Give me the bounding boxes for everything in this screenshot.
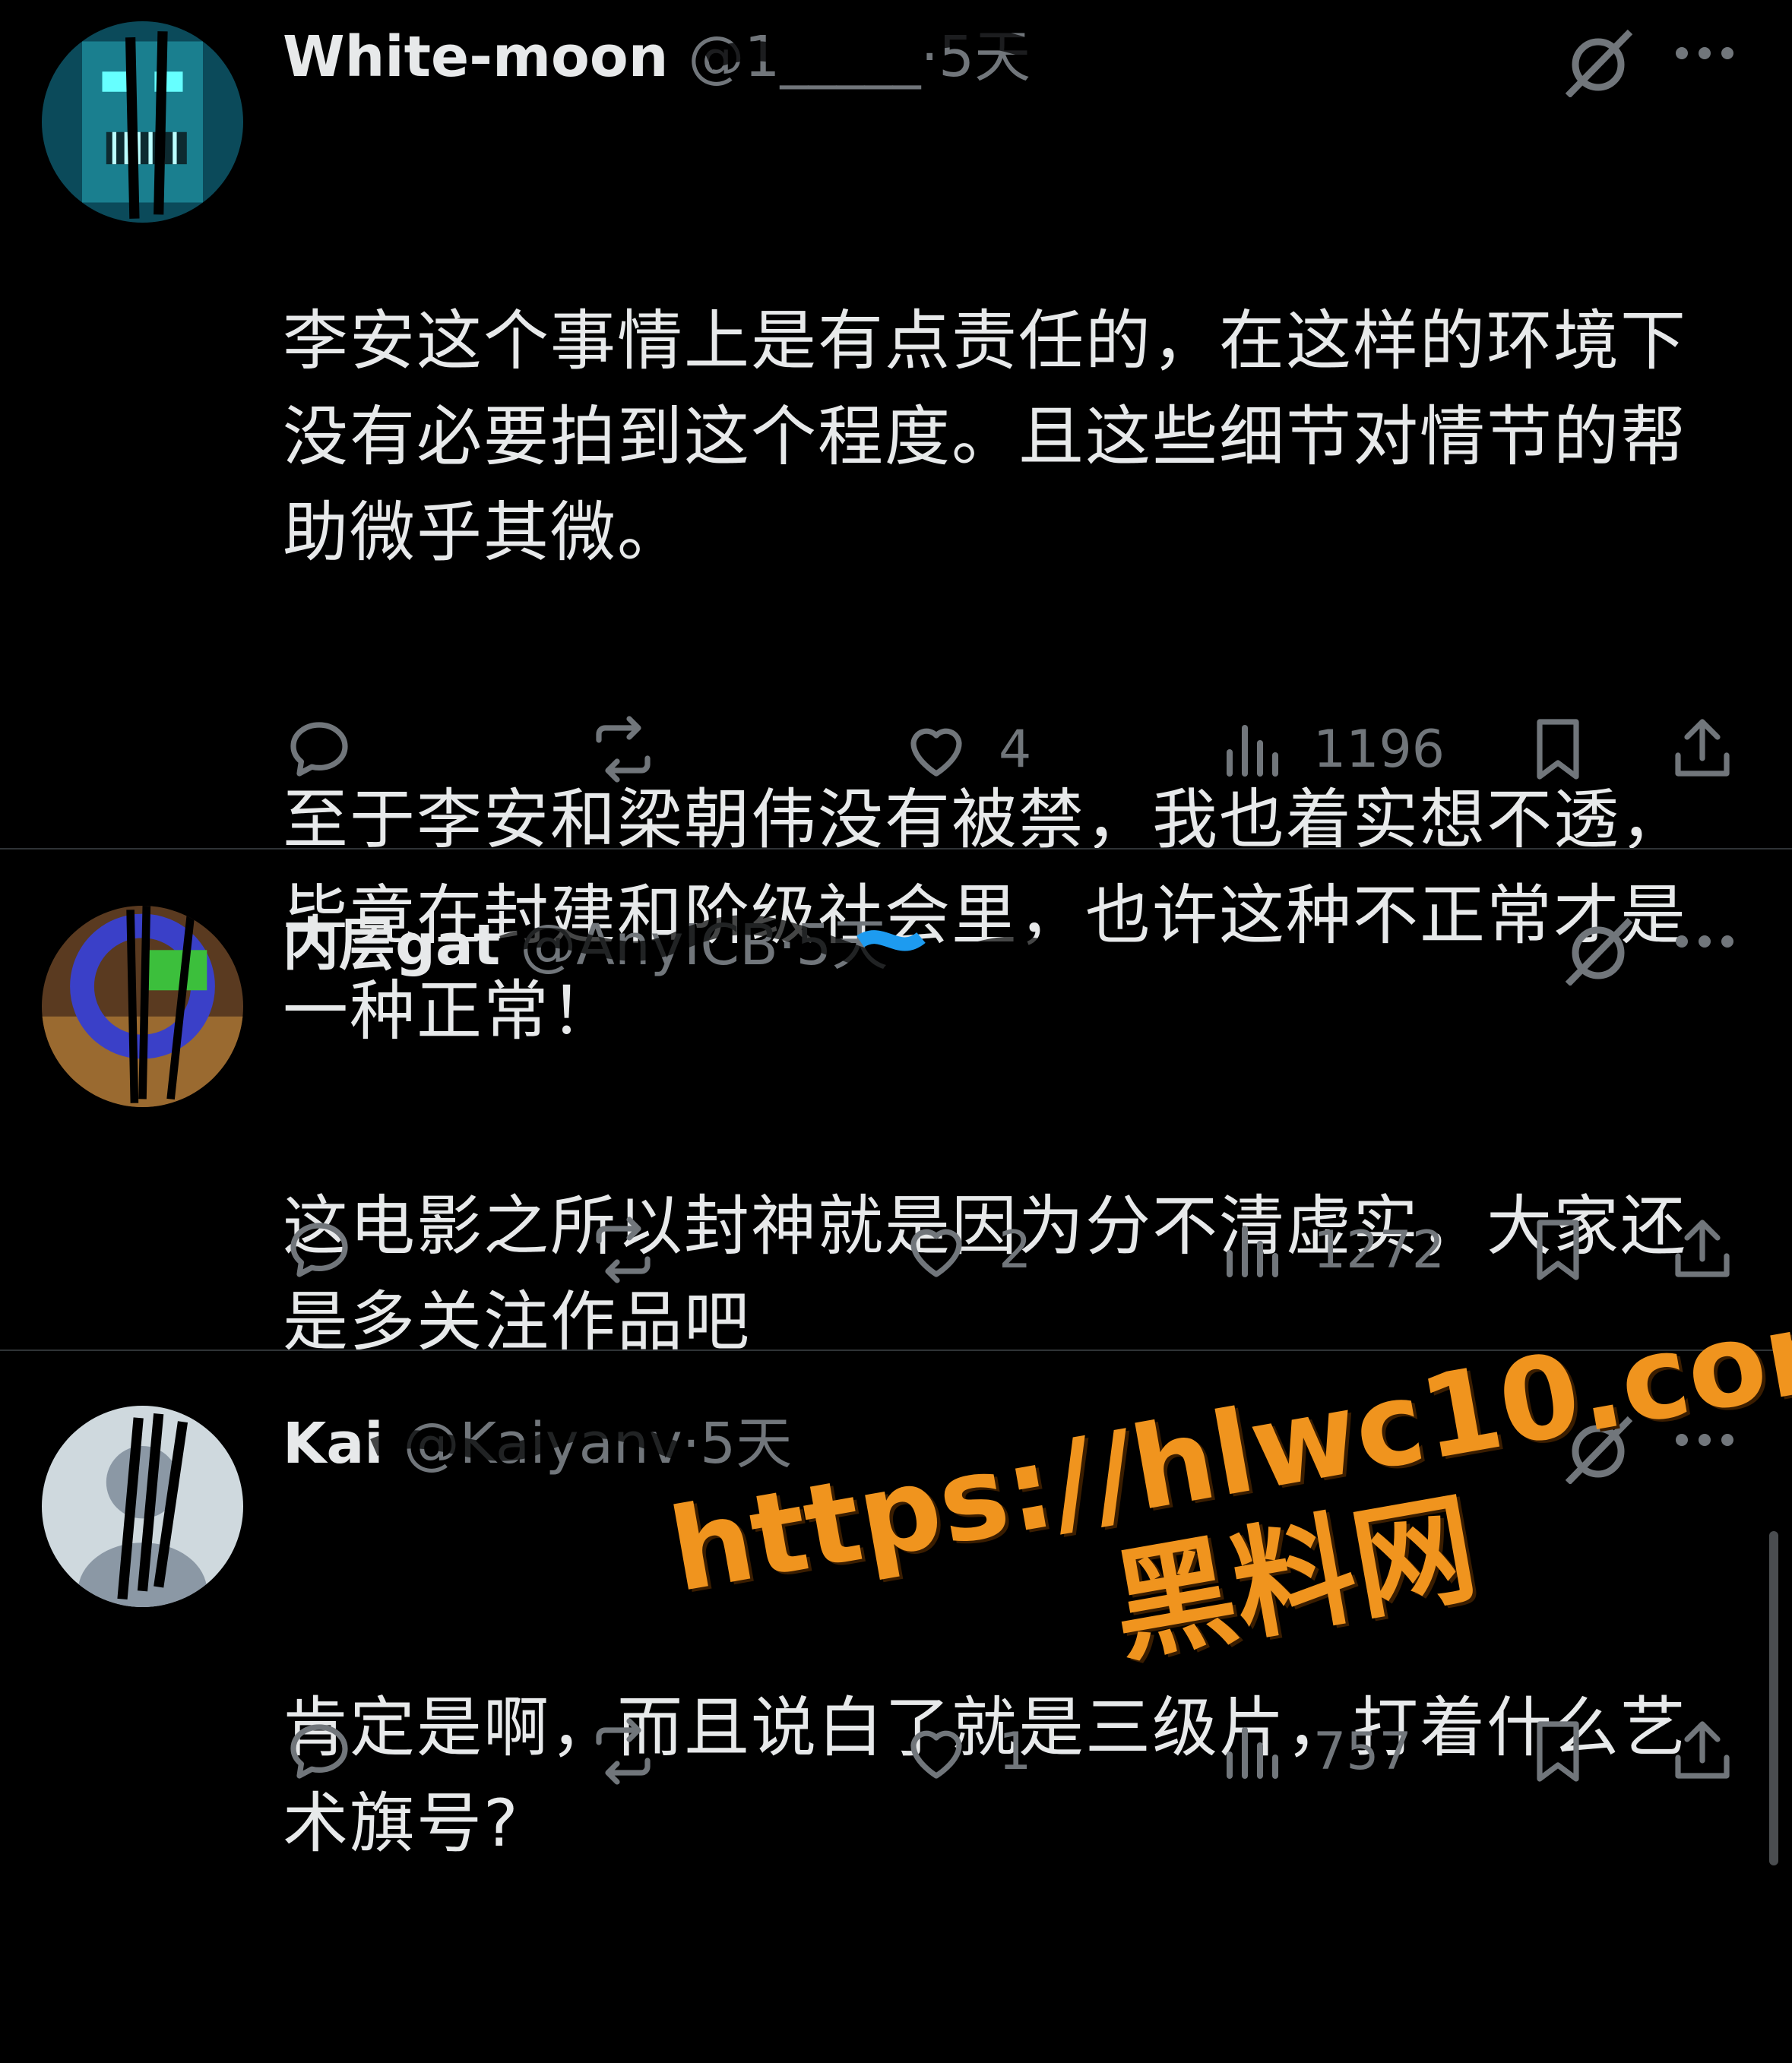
like-count: 4 — [999, 719, 1032, 780]
view-count: 1196 — [1313, 719, 1445, 780]
timestamp[interactable]: 5天 — [700, 1411, 792, 1476]
bookmark-button[interactable] — [1521, 704, 1594, 795]
ellipsis-icon[interactable] — [1670, 919, 1739, 964]
like-button[interactable]: 1 — [900, 1706, 1031, 1797]
separator-dot: · — [682, 1411, 701, 1476]
repost-button[interactable] — [587, 1706, 660, 1797]
bookmark-icon — [1537, 719, 1579, 780]
bookmark-icon — [1537, 1721, 1579, 1782]
bookmark-icon — [1537, 1220, 1579, 1280]
grok-icon[interactable] — [1560, 917, 1636, 987]
bar-chart-icon — [1227, 1226, 1278, 1277]
like-button[interactable]: 4 — [900, 704, 1031, 795]
user-handle[interactable]: @1_____ — [688, 24, 920, 90]
avatar[interactable] — [42, 21, 243, 223]
speech-bubble-icon — [290, 1223, 348, 1277]
grok-icon[interactable] — [1560, 1416, 1636, 1486]
user-handle[interactable]: @AnyICB — [520, 913, 778, 978]
share-upload-icon — [1675, 719, 1730, 777]
speech-bubble-icon — [290, 1724, 348, 1779]
repost-arrows-icon — [596, 1718, 651, 1785]
divider — [0, 1349, 1792, 1351]
view-count: 1272 — [1313, 1220, 1445, 1280]
reply-header: Kai @Kaiyanv·5天 — [283, 1402, 1499, 1486]
avatar[interactable] — [42, 906, 243, 1107]
reply-button[interactable] — [283, 1706, 356, 1797]
reply-header: White-moon @1_____·5天 — [283, 15, 1499, 99]
like-count: 2 — [999, 1220, 1032, 1280]
view-count: 757 — [1313, 1721, 1412, 1782]
like-count: 1 — [999, 1721, 1032, 1782]
bookmark-button[interactable] — [1521, 1204, 1594, 1296]
reply-header: 内层gat @AnyICB·5天 — [283, 903, 1499, 987]
action-bar: 1 757 — [283, 1706, 1742, 1797]
display-name[interactable]: White-moon — [283, 24, 668, 90]
divider — [0, 848, 1792, 850]
display-name[interactable]: 内层gat — [283, 913, 500, 978]
share-button[interactable] — [1666, 1706, 1739, 1797]
speech-bubble-icon — [290, 722, 348, 777]
user-handle[interactable]: @Kaiyanv — [404, 1411, 682, 1476]
heart-icon — [910, 1730, 962, 1779]
bookmark-button[interactable] — [1521, 1706, 1594, 1797]
repost-arrows-icon — [596, 1217, 651, 1283]
repost-button[interactable] — [587, 1204, 660, 1296]
bar-chart-icon — [1227, 725, 1278, 777]
views-button[interactable]: 1272 — [1214, 1204, 1445, 1296]
repost-button[interactable] — [587, 704, 660, 795]
reply-paragraph: 李安这个事情上是有点责任的，在这样的环境下没有必要拍到这个程度。且这些细节对情节… — [283, 303, 1687, 571]
timestamp[interactable]: 5天 — [796, 913, 888, 978]
ellipsis-icon[interactable] — [1670, 1417, 1739, 1463]
display-name[interactable]: Kai — [283, 1411, 384, 1476]
timestamp[interactable]: 5天 — [939, 24, 1031, 90]
separator-dot: · — [920, 24, 939, 90]
action-bar: 2 1272 — [283, 1204, 1742, 1296]
share-button[interactable] — [1666, 1204, 1739, 1296]
separator-dot: · — [777, 913, 796, 978]
repost-arrows-icon — [596, 716, 651, 783]
avatar[interactable] — [42, 1406, 243, 1607]
ellipsis-icon[interactable] — [1670, 30, 1739, 76]
action-bar: 4 1196 — [283, 704, 1742, 795]
share-upload-icon — [1675, 1220, 1730, 1277]
share-button[interactable] — [1666, 704, 1739, 795]
heart-icon — [910, 728, 962, 777]
views-button[interactable]: 757 — [1214, 1706, 1412, 1797]
grok-icon[interactable] — [1560, 29, 1636, 99]
like-button[interactable]: 2 — [900, 1204, 1031, 1296]
scrollbar[interactable] — [1769, 1531, 1778, 1865]
reply-button[interactable] — [283, 704, 356, 795]
reply-button[interactable] — [283, 1204, 356, 1296]
views-button[interactable]: 1196 — [1214, 704, 1445, 795]
bar-chart-icon — [1227, 1727, 1278, 1779]
share-upload-icon — [1675, 1721, 1730, 1779]
heart-icon — [910, 1229, 962, 1277]
